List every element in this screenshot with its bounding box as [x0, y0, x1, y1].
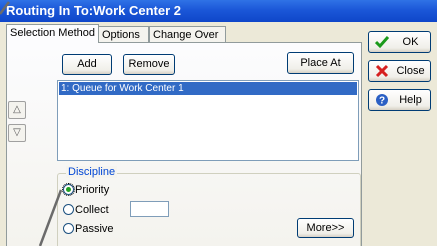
tab-label: Selection Method: [10, 27, 95, 39]
tab-change-over[interactable]: Change Over: [149, 26, 226, 42]
collect-label: Collect: [75, 204, 109, 216]
priority-option[interactable]: Priority: [62, 183, 110, 197]
help-button[interactable]: ? Help: [368, 89, 431, 111]
tab-label: Change Over: [153, 29, 219, 41]
remove-button-label: Remove: [128, 58, 170, 70]
priority-label: Priority: [75, 184, 110, 196]
routing-list[interactable]: 1: Queue for Work Center 1: [57, 80, 359, 161]
list-item-label: 1: Queue for Work Center 1: [61, 83, 184, 94]
window-title-bar: Routing In To:Work Center 2: [0, 0, 437, 22]
move-down-icon: ▽: [13, 127, 21, 138]
tab-options[interactable]: Options: [98, 26, 149, 42]
priority-radio[interactable]: [62, 183, 75, 196]
tab-selection-method[interactable]: Selection Method: [6, 24, 99, 43]
move-up-icon: △: [13, 104, 21, 115]
passive-label: Passive: [75, 223, 114, 235]
add-button-label: Add: [77, 58, 97, 70]
tab-label: Options: [102, 29, 140, 41]
move-down-button[interactable]: ▽: [8, 124, 26, 142]
more-button-label: More>>: [306, 222, 345, 234]
collect-count-input[interactable]: [130, 201, 169, 217]
place-at-button-label: Place At: [300, 57, 341, 69]
more-button[interactable]: More>>: [297, 218, 354, 238]
place-at-button[interactable]: Place At: [287, 52, 354, 74]
close-button-label: Close: [396, 65, 425, 77]
close-button[interactable]: Close: [368, 60, 431, 82]
discipline-legend: Discipline: [66, 166, 118, 178]
help-button-label: Help: [399, 94, 422, 106]
list-item[interactable]: 1: Queue for Work Center 1: [59, 82, 357, 95]
ok-button-label: OK: [402, 36, 419, 48]
ok-button[interactable]: OK: [368, 31, 431, 53]
window-title: Routing In To:Work Center 2: [6, 3, 182, 18]
move-up-button[interactable]: △: [8, 101, 26, 119]
add-button[interactable]: Add: [62, 54, 112, 75]
collect-radio[interactable]: [63, 204, 74, 215]
passive-option[interactable]: Passive: [63, 222, 114, 236]
remove-button[interactable]: Remove: [123, 54, 175, 75]
passive-radio[interactable]: [63, 223, 74, 234]
collect-option[interactable]: Collect: [63, 203, 109, 217]
